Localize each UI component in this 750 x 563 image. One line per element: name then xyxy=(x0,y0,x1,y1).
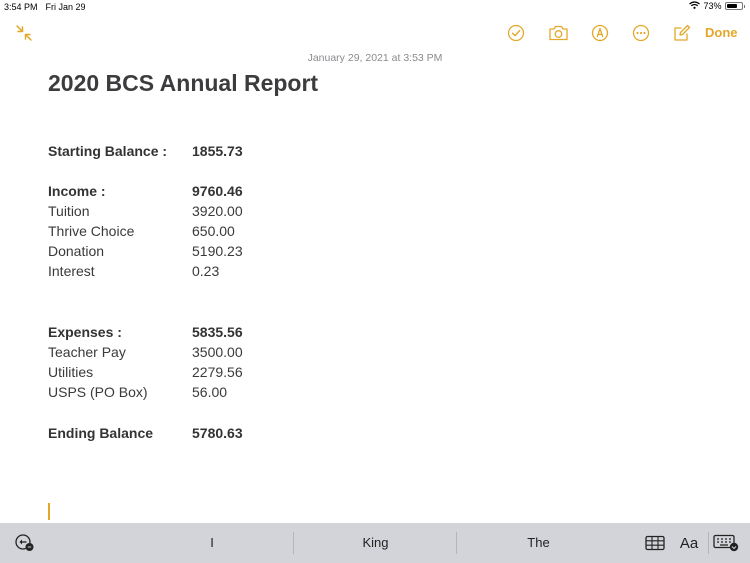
keyboard-dismiss-icon[interactable] xyxy=(713,533,739,553)
table-icon[interactable] xyxy=(645,533,665,553)
income-item-row: Tuition 3920.00 xyxy=(48,201,308,221)
more-icon[interactable] xyxy=(632,24,650,42)
wifi-icon xyxy=(689,1,701,11)
income-item-value: 3920.00 xyxy=(192,203,243,219)
income-item-label: Thrive Choice xyxy=(48,223,135,239)
starting-balance-value: 1855.73 xyxy=(192,143,243,159)
expense-item-value: 56.00 xyxy=(192,384,228,400)
income-item-label: Donation xyxy=(48,243,105,259)
expense-item-row: USPS (PO Box) 56.00 xyxy=(48,382,308,402)
suggestion-item[interactable]: The xyxy=(457,523,620,563)
status-time: 3:54 PM xyxy=(4,2,38,12)
battery-tip xyxy=(743,4,745,8)
income-value: 9760.46 xyxy=(192,183,243,199)
expense-item-label: Utilities xyxy=(48,364,94,380)
battery-percent: 73% xyxy=(703,1,722,11)
income-item-row: Thrive Choice 650.00 xyxy=(48,221,308,241)
ending-balance-row: Ending Balance 5780.63 xyxy=(48,423,308,443)
income-item-label: Tuition xyxy=(48,203,90,219)
battery-icon xyxy=(724,2,743,10)
expense-item-label: USPS (PO Box) xyxy=(48,384,148,400)
expense-item-row: Utilities 2279.56 xyxy=(48,362,308,382)
expenses-label: Expenses : xyxy=(48,324,122,340)
ending-balance-label: Ending Balance xyxy=(48,425,154,441)
starting-balance-label: Starting Balance : xyxy=(48,143,168,159)
suggestion-item[interactable]: King xyxy=(294,523,457,563)
income-item-value: 5190.23 xyxy=(192,243,243,259)
ending-balance-value: 5780.63 xyxy=(192,425,243,441)
income-item-value: 650.00 xyxy=(192,223,235,239)
income-item-row: Interest 0.23 xyxy=(48,261,308,281)
text-cursor xyxy=(48,503,50,520)
checklist-icon[interactable] xyxy=(507,24,525,42)
status-bar: 3:54 PM Fri Jan 29 73% xyxy=(0,0,750,14)
expenses-total-row: Expenses : 5835.56 xyxy=(48,322,308,342)
collapse-icon[interactable] xyxy=(15,24,33,42)
done-button[interactable]: Done xyxy=(705,25,738,40)
suggestion-item[interactable]: I xyxy=(130,523,294,563)
expenses-value: 5835.56 xyxy=(192,324,243,340)
income-item-label: Interest xyxy=(48,263,95,279)
expense-item-value: 2279.56 xyxy=(192,364,243,380)
income-label: Income : xyxy=(48,183,106,199)
scribble-icon[interactable] xyxy=(14,533,36,553)
income-total-row: Income : 9760.46 xyxy=(48,181,308,201)
income-item-value: 0.23 xyxy=(192,263,220,279)
expense-item-label: Teacher Pay xyxy=(48,344,126,360)
compose-icon[interactable] xyxy=(673,24,691,42)
format-button[interactable]: Aa xyxy=(677,533,701,553)
income-item-row: Donation 5190.23 xyxy=(48,241,308,261)
expense-item-row: Teacher Pay 3500.00 xyxy=(48,342,308,362)
status-date: Fri Jan 29 xyxy=(45,2,86,12)
keyboard-assist-bar: I King The Aa xyxy=(0,523,750,563)
starting-balance-row: Starting Balance : 1855.73 xyxy=(48,141,308,161)
note-timestamp: January 29, 2021 at 3:53 PM xyxy=(307,52,443,64)
markup-icon[interactable] xyxy=(591,24,609,42)
notes-app-screen: 3:54 PM Fri Jan 29 73% Done January 29, … xyxy=(0,0,750,563)
note-title[interactable]: 2020 BCS Annual Report xyxy=(48,70,318,97)
camera-icon[interactable] xyxy=(548,24,569,42)
assist-divider xyxy=(708,532,709,554)
battery-level-fill xyxy=(726,4,737,8)
expense-item-value: 3500.00 xyxy=(192,344,243,360)
